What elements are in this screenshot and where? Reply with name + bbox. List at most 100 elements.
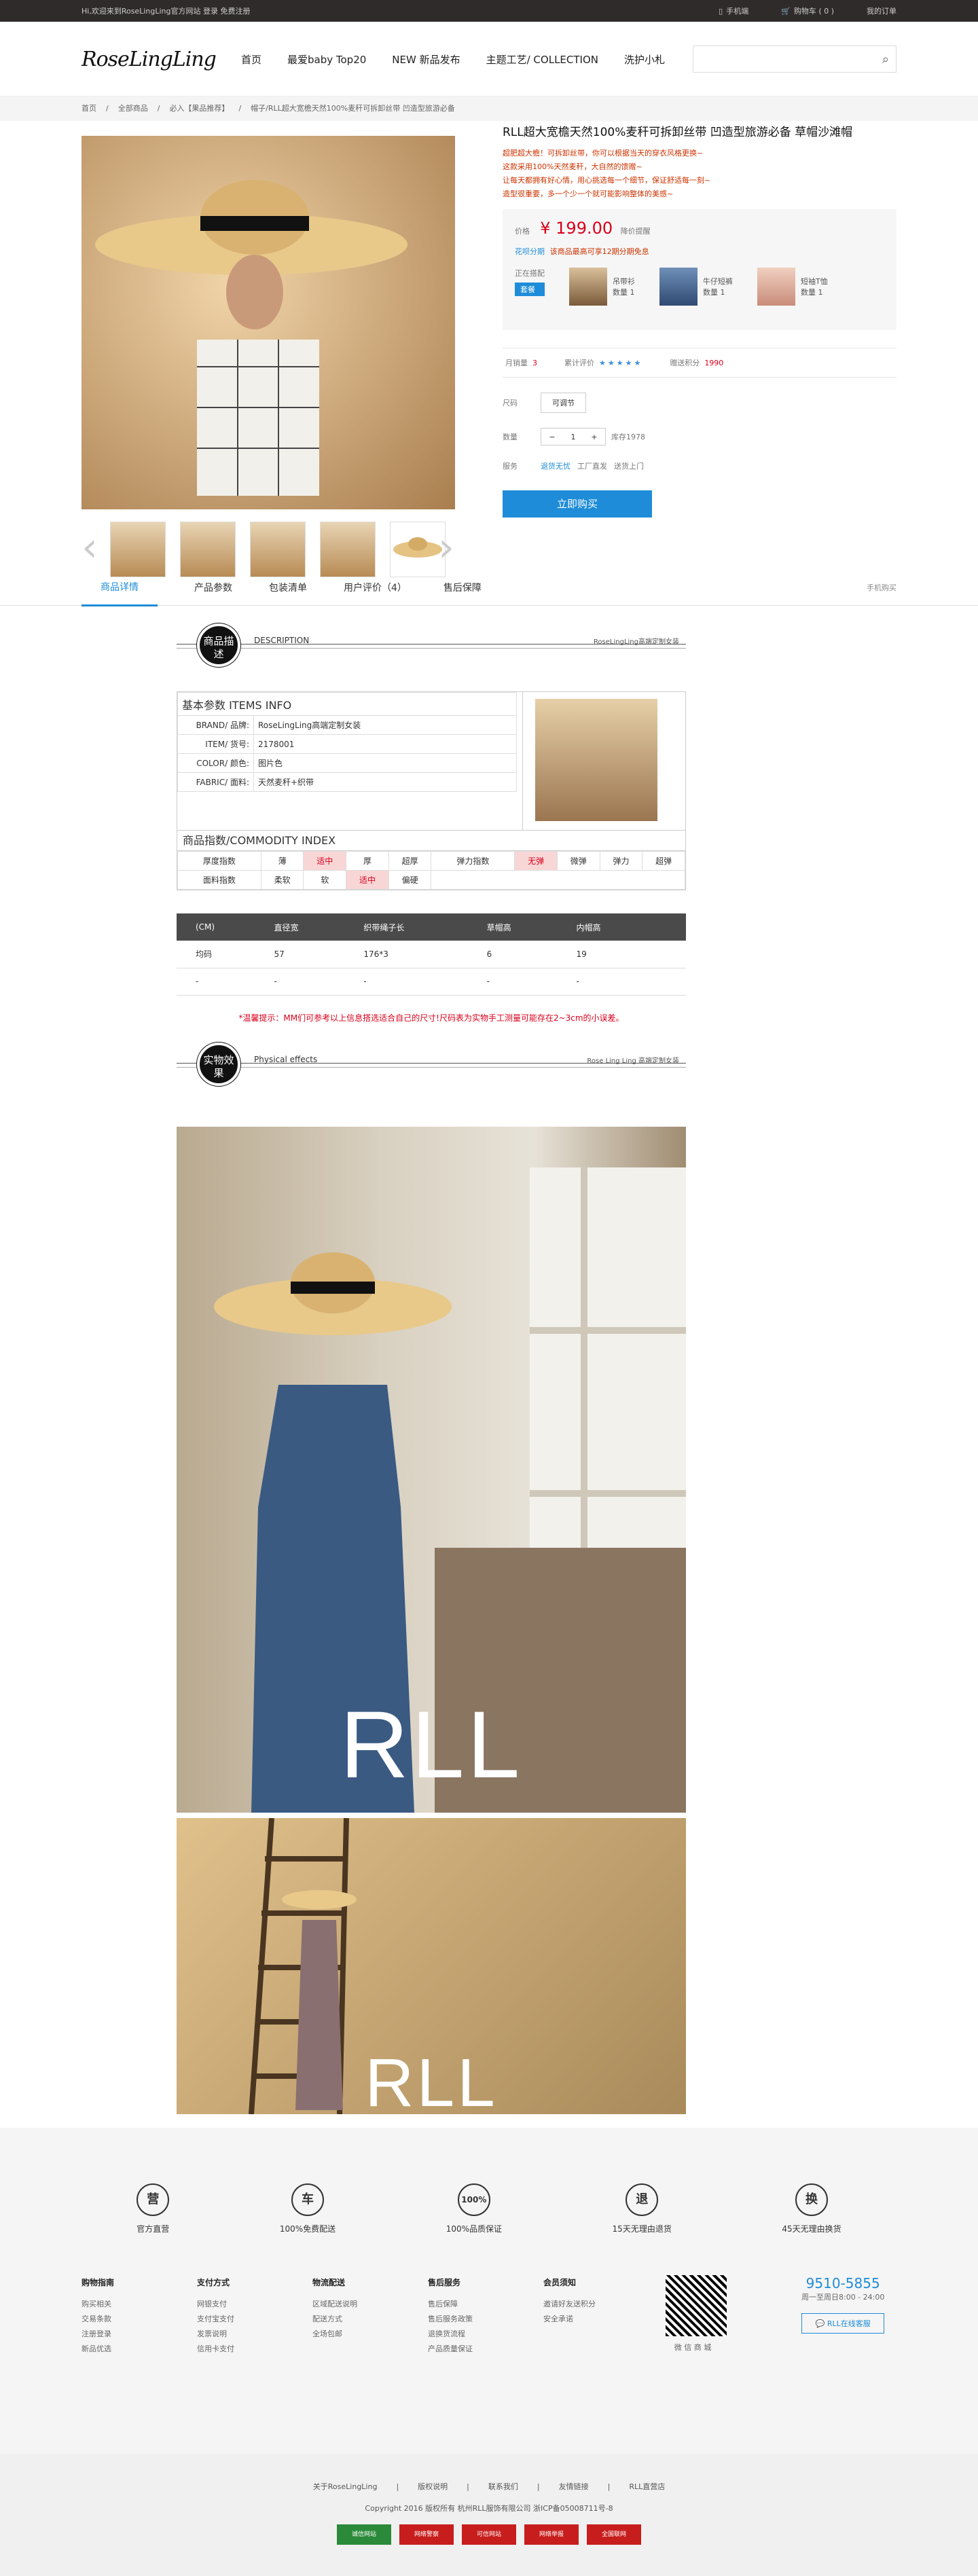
chevron-right-icon[interactable]: › xyxy=(438,522,454,573)
cert-badge[interactable]: 诚信网站 xyxy=(337,2524,391,2545)
product-info: RLL超大宽檐天然100%麦秆可拆卸丝带 凹造型旅游必备 草帽沙滩帽 超肥超大檐… xyxy=(503,121,896,518)
plus-icon[interactable]: + xyxy=(591,433,597,441)
cert-badge[interactable]: 网络举报 xyxy=(524,2524,579,2545)
nav-new[interactable]: NEW 新品发布 xyxy=(392,52,460,67)
footer-links: 购物指南购买相关 交易条款 注册登录 新品优选 支付方式网银支付 支付宝支付 发票说明 信用… xyxy=(82,2274,896,2357)
combo-image xyxy=(569,268,607,306)
footer-link[interactable]: 售后保障 xyxy=(428,2297,543,2312)
price: ¥ 199.00 xyxy=(540,219,613,238)
footer-nav-link[interactable]: 联系我们 xyxy=(488,2482,518,2491)
size-header xyxy=(647,913,686,941)
footer-link[interactable]: 配送方式 xyxy=(312,2312,428,2327)
index-cell xyxy=(431,870,685,890)
info-value: RoseLingLing高端定制女装 xyxy=(253,715,517,735)
product-main-image[interactable] xyxy=(82,136,455,509)
size-cell: - xyxy=(177,968,255,996)
size-cell: - xyxy=(344,968,468,996)
hotline-number: 9510-5855 xyxy=(805,2274,880,2291)
online-service-button[interactable]: 💬 RLL在线客服 xyxy=(801,2312,885,2334)
tab-packing[interactable]: 包装清单 xyxy=(269,581,307,594)
size-header: 草帽高 xyxy=(467,913,558,941)
footer-nav-link[interactable]: RLL直营店 xyxy=(629,2482,665,2491)
product-title: RLL超大宽檐天然100%麦秆可拆卸丝带 凹造型旅游必备 草帽沙滩帽 xyxy=(503,126,853,139)
tab-reviews[interactable]: 用户评价（4） xyxy=(344,581,407,594)
promo-line: 超肥超大檐！可拆卸丝带，你可以根据当天的穿衣风格更换~ xyxy=(503,149,704,158)
cart-link[interactable]: 🛒 购物车 ( 0 ) xyxy=(781,5,834,16)
logo[interactable]: RoseLingLing xyxy=(82,48,241,71)
crumb-all[interactable]: 全部商品 xyxy=(118,104,148,113)
size-cell xyxy=(647,968,686,996)
cert-badge[interactable]: 全国联网 xyxy=(587,2524,641,2545)
footer-nav-link[interactable]: 版权说明 xyxy=(418,2482,448,2491)
info-value: 图片色 xyxy=(253,753,517,773)
quantity-value[interactable]: 1 xyxy=(570,433,575,441)
mobile-buy-link[interactable]: 手机购买 xyxy=(867,582,896,593)
footer-nav-link[interactable]: 关于RoseLingLing xyxy=(313,2482,378,2491)
product-description: 商品描述 DESCRIPTION RoseLingLing高端定制女装 基本参数… xyxy=(177,623,686,2114)
combo-count: 数量 1 xyxy=(613,288,635,297)
footer-link[interactable]: 区域配送说明 xyxy=(312,2297,428,2312)
info-key: COLOR/ 颜色: xyxy=(177,753,254,773)
footer-link[interactable]: 全场包邮 xyxy=(312,2327,428,2342)
nav-care[interactable]: 洗护小札 xyxy=(624,52,665,67)
price-alert-link[interactable]: 降价提醒 xyxy=(621,227,651,236)
footer-col-title: 购物指南 xyxy=(82,2277,115,2287)
footer-nav-link[interactable]: 友情链接 xyxy=(559,2482,589,2491)
size-cell: 6 xyxy=(467,941,558,968)
cert-badge[interactable]: 网络警察 xyxy=(399,2524,454,2545)
footer-link[interactable]: 售后服务政策 xyxy=(428,2312,543,2327)
size-option[interactable]: 可调节 xyxy=(541,393,586,413)
index-cell: 微弹 xyxy=(556,851,600,871)
size-cell: 19 xyxy=(557,941,647,968)
footer-link[interactable]: 新品优选 xyxy=(82,2342,197,2357)
quantity-stepper[interactable]: − 1 + xyxy=(541,428,606,446)
footer-col-title: 支付方式 xyxy=(197,2277,230,2287)
search-icon[interactable]: ⌕ xyxy=(882,52,889,67)
service-official: 营官方直营 xyxy=(137,2183,169,2234)
buy-now-button[interactable]: 立即购买 xyxy=(503,490,652,518)
points-stat: 赠送积分 1990 xyxy=(670,357,723,368)
footer-link[interactable]: 退换货流程 xyxy=(428,2327,543,2342)
service-exchange: 换 45天无理由换货 xyxy=(782,2183,841,2234)
phone-icon: ▯ xyxy=(719,6,723,16)
nav-home[interactable]: 首页 xyxy=(241,52,261,67)
crumb-sep: / xyxy=(157,104,160,113)
orders-link[interactable]: 我的订单 xyxy=(867,5,896,16)
nav-top20[interactable]: 最爱baby Top20 xyxy=(287,52,366,67)
footer-link[interactable]: 网银支付 xyxy=(197,2297,312,2312)
service-label: 100%免费配送 xyxy=(279,2224,336,2234)
combo-item[interactable]: 短袖T恤 数量 1 xyxy=(757,268,828,306)
section-brand: Rose Ling Ling 高端定制女装 xyxy=(587,1057,679,1065)
tab-aftersale[interactable]: 售后保障 xyxy=(443,581,482,594)
mobile-link[interactable]: ▯ 手机端 xyxy=(719,5,748,16)
minus-icon[interactable]: − xyxy=(549,433,555,441)
nav-collection[interactable]: 主题工艺/ COLLECTION xyxy=(486,52,598,67)
footer-link[interactable]: 发票说明 xyxy=(197,2327,312,2342)
footer-link[interactable]: 信用卡支付 xyxy=(197,2342,312,2357)
footer-link[interactable]: 交易条款 xyxy=(82,2312,197,2327)
index-cell: 面料指数 xyxy=(177,870,261,890)
exchange-icon: 换 xyxy=(795,2183,829,2216)
combo-item[interactable]: 牛仔短裤 数量 1 xyxy=(659,268,733,306)
section-badge: 商品描述 xyxy=(197,623,240,667)
tab-details[interactable]: 商品详情 xyxy=(82,569,158,606)
combo-item[interactable]: 吊带衫 数量 1 xyxy=(569,268,635,306)
search-input[interactable]: ⌕ xyxy=(693,46,896,73)
welcome-text[interactable]: Hi,欢迎来到RoseLingLing官方网站 登录 免费注册 xyxy=(82,5,250,16)
service-label: 15天无理由退货 xyxy=(612,2224,672,2234)
sales-stat: 月销量 3 xyxy=(505,357,537,368)
crumb-recommend[interactable]: 必入【果品推荐】 xyxy=(169,104,229,113)
cert-badge[interactable]: 可信网站 xyxy=(462,2524,516,2545)
footer-link[interactable]: 邀请好友送积分 xyxy=(543,2297,659,2312)
tab-params[interactable]: 产品参数 xyxy=(194,581,232,594)
footer-link[interactable]: 安全承诺 xyxy=(543,2312,659,2327)
footer-sep: | xyxy=(537,2482,540,2491)
chevron-left-icon[interactable]: ‹ xyxy=(82,522,98,573)
footer-link[interactable]: 注册登录 xyxy=(82,2327,197,2342)
return-icon: 退 xyxy=(626,2183,659,2216)
footer-link[interactable]: 产品质量保证 xyxy=(428,2342,543,2357)
basic-info-image xyxy=(522,692,685,830)
crumb-home[interactable]: 首页 xyxy=(82,104,96,113)
footer-link[interactable]: 支付宝支付 xyxy=(197,2312,312,2327)
footer-link[interactable]: 购买相关 xyxy=(82,2297,197,2312)
